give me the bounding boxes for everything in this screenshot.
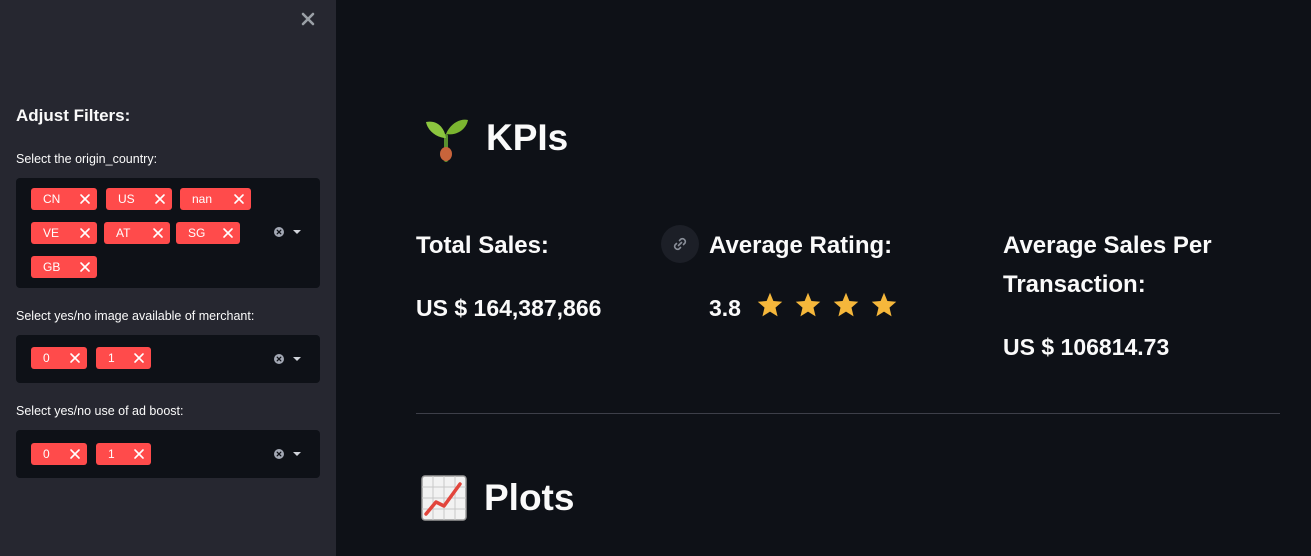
- tag-chip: SG: [176, 222, 240, 244]
- tag-label: 0: [43, 447, 50, 461]
- remove-tag-icon[interactable]: [79, 261, 91, 273]
- tag-label: nan: [192, 192, 213, 206]
- tag-label: CN: [43, 192, 61, 206]
- kpi-heading-text: KPIs: [486, 117, 569, 158]
- remove-tag-icon[interactable]: [133, 352, 145, 364]
- kpi-avg-sales-per-txn-label: Average Sales Per Transaction:: [1003, 232, 1212, 298]
- tag-label: 0: [43, 351, 50, 365]
- streamlit-app: Adjust Filters: Select the origin_countr…: [0, 0, 1311, 556]
- tag-label: AT: [116, 226, 131, 240]
- chart-increasing-icon: [421, 475, 467, 521]
- multiselect-controls: [274, 227, 302, 237]
- main-content: KPIs Total Sales: US $ 164,387,866 Avera…: [336, 0, 1311, 556]
- kpi-total-sales-label: Total Sales:: [416, 232, 549, 259]
- multiselect-origin-country[interactable]: CN US nan VE AT SG GB: [16, 178, 320, 288]
- star-icon: [871, 292, 897, 317]
- filter-label-image-available: Select yes/no image available of merchan…: [16, 309, 255, 323]
- tag-chip: 1: [96, 443, 151, 465]
- tag-chip: 0: [31, 347, 87, 369]
- kpi-average-rating-value: 3.8: [709, 295, 741, 321]
- tag-chip: 1: [96, 347, 151, 369]
- tag-chip: AT: [104, 222, 170, 244]
- multiselect-controls: [274, 354, 302, 364]
- remove-tag-icon[interactable]: [79, 193, 91, 205]
- multiselect-controls: [274, 449, 302, 459]
- chevron-down-icon[interactable]: [292, 356, 302, 362]
- remove-tag-icon[interactable]: [79, 227, 91, 239]
- tag-chip: GB: [31, 256, 97, 278]
- multiselect-image-available[interactable]: 0 1: [16, 335, 320, 383]
- link-icon: [673, 237, 687, 251]
- tag-label: US: [118, 192, 135, 206]
- section-divider: [416, 413, 1280, 414]
- tag-label: SG: [188, 226, 206, 240]
- remove-tag-icon[interactable]: [152, 227, 164, 239]
- star-icon: [795, 292, 821, 317]
- plots-heading-text: Plots: [484, 477, 575, 518]
- anchor-link-button[interactable]: [661, 225, 699, 263]
- kpi-total-sales-value: US $ 164,387,866: [416, 295, 602, 321]
- remove-tag-icon[interactable]: [69, 352, 81, 364]
- close-sidebar-icon[interactable]: [297, 8, 319, 30]
- clear-all-icon[interactable]: [274, 449, 284, 459]
- kpi-heading: KPIs: [420, 112, 568, 164]
- tag-chip: nan: [180, 188, 251, 210]
- sidebar: Adjust Filters: Select the origin_countr…: [0, 0, 336, 556]
- plots-heading: Plots: [420, 474, 574, 522]
- kpi-avg-sales-per-txn-value: US $ 106814.73: [1003, 334, 1170, 360]
- remove-tag-icon[interactable]: [69, 448, 81, 460]
- tag-label: 1: [108, 447, 115, 461]
- tag-chip: 0: [31, 443, 87, 465]
- star-icon: [833, 292, 859, 317]
- tag-chip: CN: [31, 188, 97, 210]
- remove-tag-icon[interactable]: [222, 227, 234, 239]
- seedling-icon: [426, 119, 468, 162]
- rating-stars: [756, 291, 898, 319]
- kpi-average-rating-label: Average Rating:: [709, 232, 893, 259]
- filter-label-origin-country: Select the origin_country:: [16, 152, 158, 166]
- tag-label: GB: [43, 260, 61, 274]
- filter-label-ad-boost: Select yes/no use of ad boost:: [16, 404, 184, 418]
- chevron-down-icon[interactable]: [292, 229, 302, 235]
- chevron-down-icon[interactable]: [292, 451, 302, 457]
- remove-tag-icon[interactable]: [233, 193, 245, 205]
- sidebar-title: Adjust Filters:: [16, 106, 131, 125]
- remove-tag-icon[interactable]: [133, 448, 145, 460]
- clear-all-icon[interactable]: [274, 227, 284, 237]
- remove-tag-icon[interactable]: [154, 193, 166, 205]
- clear-all-icon[interactable]: [274, 354, 284, 364]
- tag-label: VE: [43, 226, 60, 240]
- multiselect-ad-boost[interactable]: 0 1: [16, 430, 320, 478]
- tag-chip: VE: [31, 222, 97, 244]
- star-icon: [757, 292, 783, 317]
- tag-chip: US: [106, 188, 172, 210]
- tag-label: 1: [108, 351, 115, 365]
